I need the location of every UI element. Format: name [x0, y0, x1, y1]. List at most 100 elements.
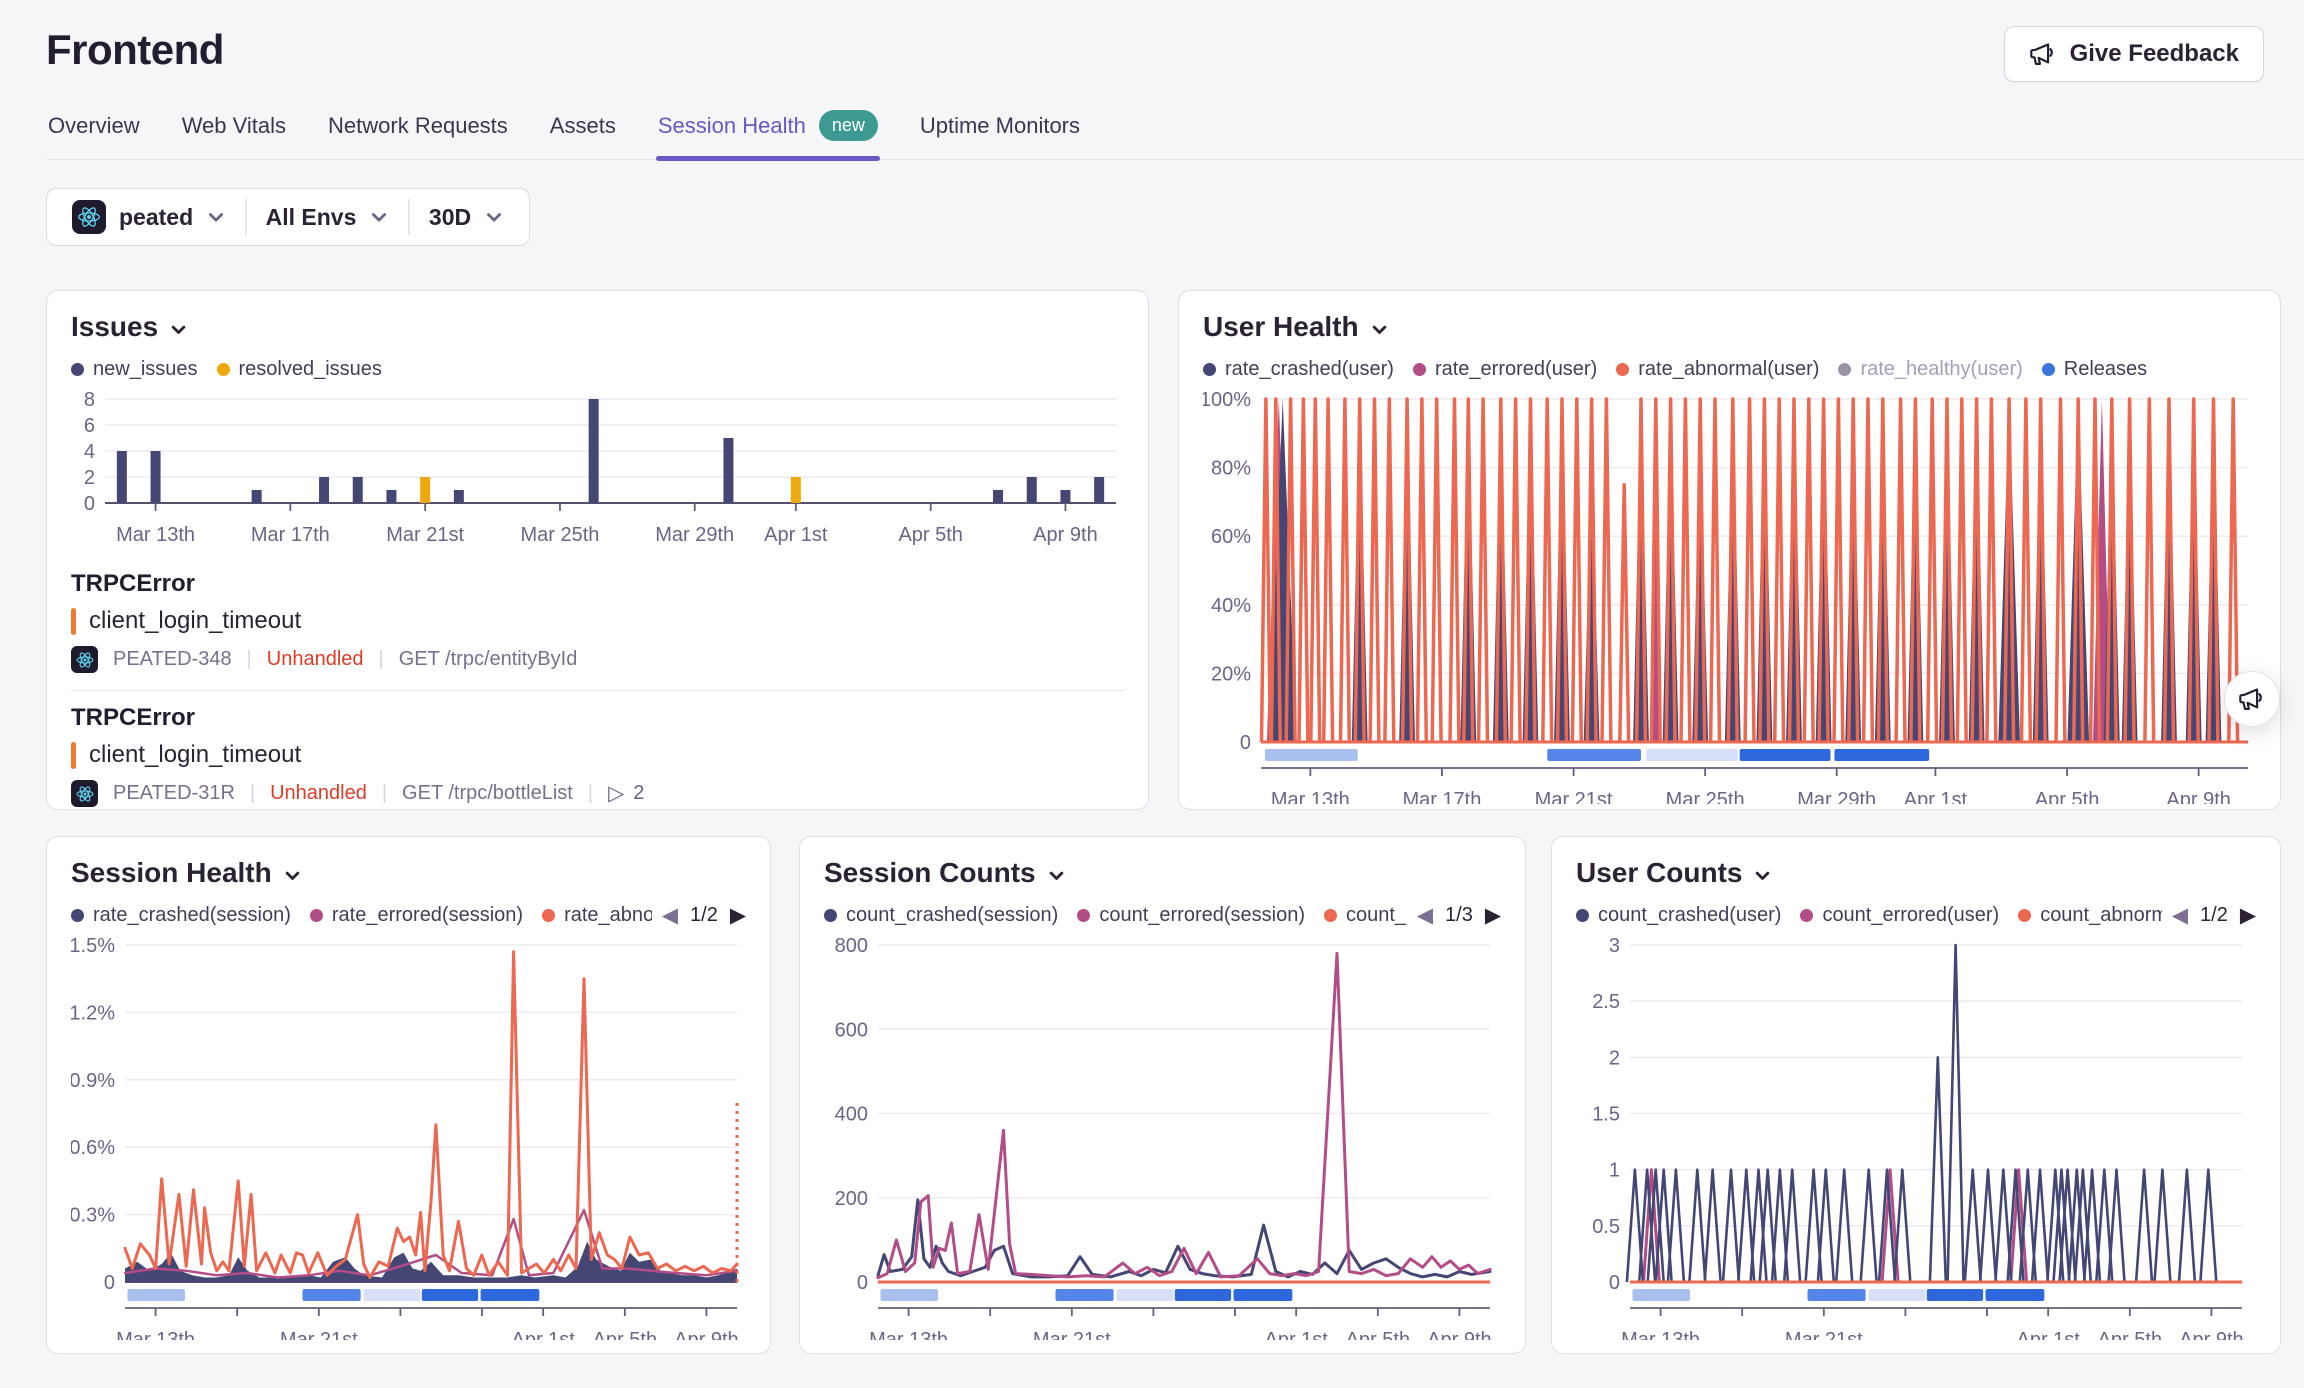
- svg-text:Apr 5th: Apr 5th: [2098, 1329, 2162, 1340]
- legend-label: rate_crashed(user): [1225, 358, 1394, 381]
- chevron-down-icon: [1753, 866, 1772, 885]
- legend-label: count_a: [1346, 904, 1407, 927]
- session-counts-panel-title[interactable]: Session Counts: [824, 857, 1501, 889]
- svg-text:Mar 13th: Mar 13th: [1621, 1329, 1700, 1340]
- legend-item[interactable]: rate_crashed(user): [1203, 358, 1394, 381]
- tab-session-health[interactable]: Session Health new: [656, 102, 880, 159]
- svg-text:Mar 21st: Mar 21st: [386, 524, 464, 546]
- legend-dot-icon: [1077, 909, 1090, 922]
- svg-text:Apr 1st: Apr 1st: [511, 1329, 575, 1340]
- user-counts-chart: 00.511.522.53Mar 13thMar 21stApr 1stApr …: [1576, 935, 2252, 1340]
- session-health-chart: 00.3%0.6%0.9%1.2%1.5%Mar 13thMar 21stApr…: [71, 935, 747, 1340]
- legend-dot-icon: [217, 363, 230, 376]
- legend-dot-icon: [310, 909, 323, 922]
- legend-pager: ◀ 1/2 ▶: [652, 904, 746, 927]
- floating-feedback-button[interactable]: [2224, 671, 2280, 727]
- legend-next-button[interactable]: ▶: [1485, 905, 1501, 926]
- give-feedback-button[interactable]: Give Feedback: [2004, 26, 2264, 82]
- issues-panel-title[interactable]: Issues: [71, 311, 1124, 343]
- legend-next-button[interactable]: ▶: [2240, 905, 2256, 926]
- tab-assets[interactable]: Assets: [548, 102, 618, 159]
- legend-item[interactable]: new_issues: [71, 358, 198, 381]
- legend-dot-icon: [1324, 909, 1337, 922]
- svg-text:Mar 13th: Mar 13th: [869, 1329, 948, 1340]
- legend-item[interactable]: rate_abnorr: [542, 904, 652, 927]
- tab-network-requests[interactable]: Network Requests: [326, 102, 510, 159]
- legend-dot-icon: [1616, 363, 1629, 376]
- tab-web-vitals[interactable]: Web Vitals: [180, 102, 288, 159]
- meta-separator: |: [382, 782, 387, 805]
- legend-label: rate_healthy(user): [1860, 358, 2022, 381]
- svg-text:Mar 21st: Mar 21st: [1033, 1329, 1111, 1340]
- tab-overview[interactable]: Overview: [46, 102, 142, 159]
- environment-filter[interactable]: All Envs: [247, 204, 409, 231]
- legend-next-button[interactable]: ▶: [730, 905, 746, 926]
- legend-item[interactable]: rate_errored(user): [1413, 358, 1597, 381]
- legend-item[interactable]: count_errored(session): [1077, 904, 1305, 927]
- issue-row[interactable]: TRPCErrorclient_login_timeoutPEATED-31R|…: [71, 690, 1124, 810]
- session-health-panel: Session Health rate_crashed(session) rate…: [46, 836, 771, 1354]
- svg-text:Mar 13th: Mar 13th: [116, 524, 195, 546]
- legend-item[interactable]: count_abnorm: [2018, 904, 2162, 927]
- legend-item[interactable]: Releases: [2042, 358, 2147, 381]
- replay-count[interactable]: ▷2: [608, 781, 644, 806]
- svg-text:8: 8: [84, 389, 95, 411]
- legend-item[interactable]: rate_errored(session): [310, 904, 523, 927]
- svg-text:1: 1: [1609, 1160, 1620, 1182]
- svg-text:Apr 9th: Apr 9th: [1427, 1329, 1491, 1340]
- tab-label: Web Vitals: [182, 113, 286, 139]
- project-filter[interactable]: peated: [53, 200, 245, 234]
- session-health-panel-title[interactable]: Session Health: [71, 857, 746, 889]
- svg-text:60%: 60%: [1211, 526, 1251, 548]
- user-counts-panel-title[interactable]: User Counts: [1576, 857, 2256, 889]
- svg-text:400: 400: [835, 1104, 868, 1126]
- tab-uptime-monitors[interactable]: Uptime Monitors: [918, 102, 1082, 159]
- svg-text:Mar 29th: Mar 29th: [1797, 789, 1876, 804]
- session-counts-chart: 0200400600800Mar 13thMar 21stApr 1stApr …: [824, 935, 1500, 1340]
- legend-item[interactable]: rate_crashed(session): [71, 904, 291, 927]
- legend-page-indicator: 1/2: [690, 904, 718, 927]
- svg-text:Mar 13th: Mar 13th: [1271, 789, 1350, 804]
- legend-item[interactable]: count_crashed(user): [1576, 904, 1781, 927]
- new-badge: new: [819, 110, 878, 141]
- svg-text:Apr 9th: Apr 9th: [1033, 524, 1097, 546]
- user-health-panel-title[interactable]: User Health: [1203, 311, 2256, 343]
- legend-dot-icon: [542, 909, 555, 922]
- legend-item[interactable]: rate_abnormal(user): [1616, 358, 1819, 381]
- svg-text:1.2%: 1.2%: [71, 1002, 115, 1024]
- svg-text:Apr 5th: Apr 5th: [898, 524, 962, 546]
- tab-label: Session Health: [658, 113, 806, 139]
- legend-item[interactable]: count_a: [1324, 904, 1407, 927]
- date-range-filter[interactable]: 30D: [410, 204, 523, 231]
- legend-prev-button[interactable]: ◀: [662, 905, 678, 926]
- svg-text:Mar 21st: Mar 21st: [1535, 789, 1613, 804]
- issue-short-id[interactable]: PEATED-348: [113, 648, 232, 671]
- svg-text:Apr 5th: Apr 5th: [1346, 1329, 1410, 1340]
- issue-row[interactable]: TRPCErrorclient_login_timeoutPEATED-348|…: [71, 557, 1124, 690]
- legend-item[interactable]: resolved_issues: [217, 358, 382, 381]
- svg-text:0: 0: [104, 1272, 115, 1294]
- user-health-panel: User Health rate_crashed(user) rate_error…: [1178, 290, 2281, 810]
- legend-prev-button[interactable]: ◀: [1417, 905, 1433, 926]
- tab-label: Network Requests: [328, 113, 508, 139]
- svg-text:3: 3: [1609, 935, 1620, 957]
- legend-item[interactable]: count_crashed(session): [824, 904, 1058, 927]
- svg-text:800: 800: [835, 935, 868, 957]
- issue-short-id[interactable]: PEATED-31R: [113, 782, 235, 805]
- legend-item[interactable]: count_errored(user): [1800, 904, 1999, 927]
- legend-label: rate_errored(session): [332, 904, 523, 927]
- megaphone-icon: [2029, 40, 2057, 68]
- legend-item[interactable]: rate_healthy(user): [1838, 358, 2022, 381]
- legend-label: resolved_issues: [239, 358, 382, 381]
- chevron-down-icon: [169, 320, 188, 339]
- issues-list: TRPCErrorclient_login_timeoutPEATED-348|…: [71, 557, 1124, 810]
- unhandled-tag: Unhandled: [267, 648, 364, 671]
- legend-prev-button[interactable]: ◀: [2172, 905, 2188, 926]
- tab-label: Uptime Monitors: [920, 113, 1080, 139]
- svg-text:Apr 5th: Apr 5th: [2035, 789, 2099, 804]
- svg-text:100%: 100%: [1203, 389, 1251, 411]
- meta-separator: |: [588, 782, 593, 805]
- svg-text:0: 0: [84, 493, 95, 515]
- chevron-down-icon: [206, 207, 226, 227]
- issue-transaction: GET /trpc/bottleList: [402, 782, 573, 805]
